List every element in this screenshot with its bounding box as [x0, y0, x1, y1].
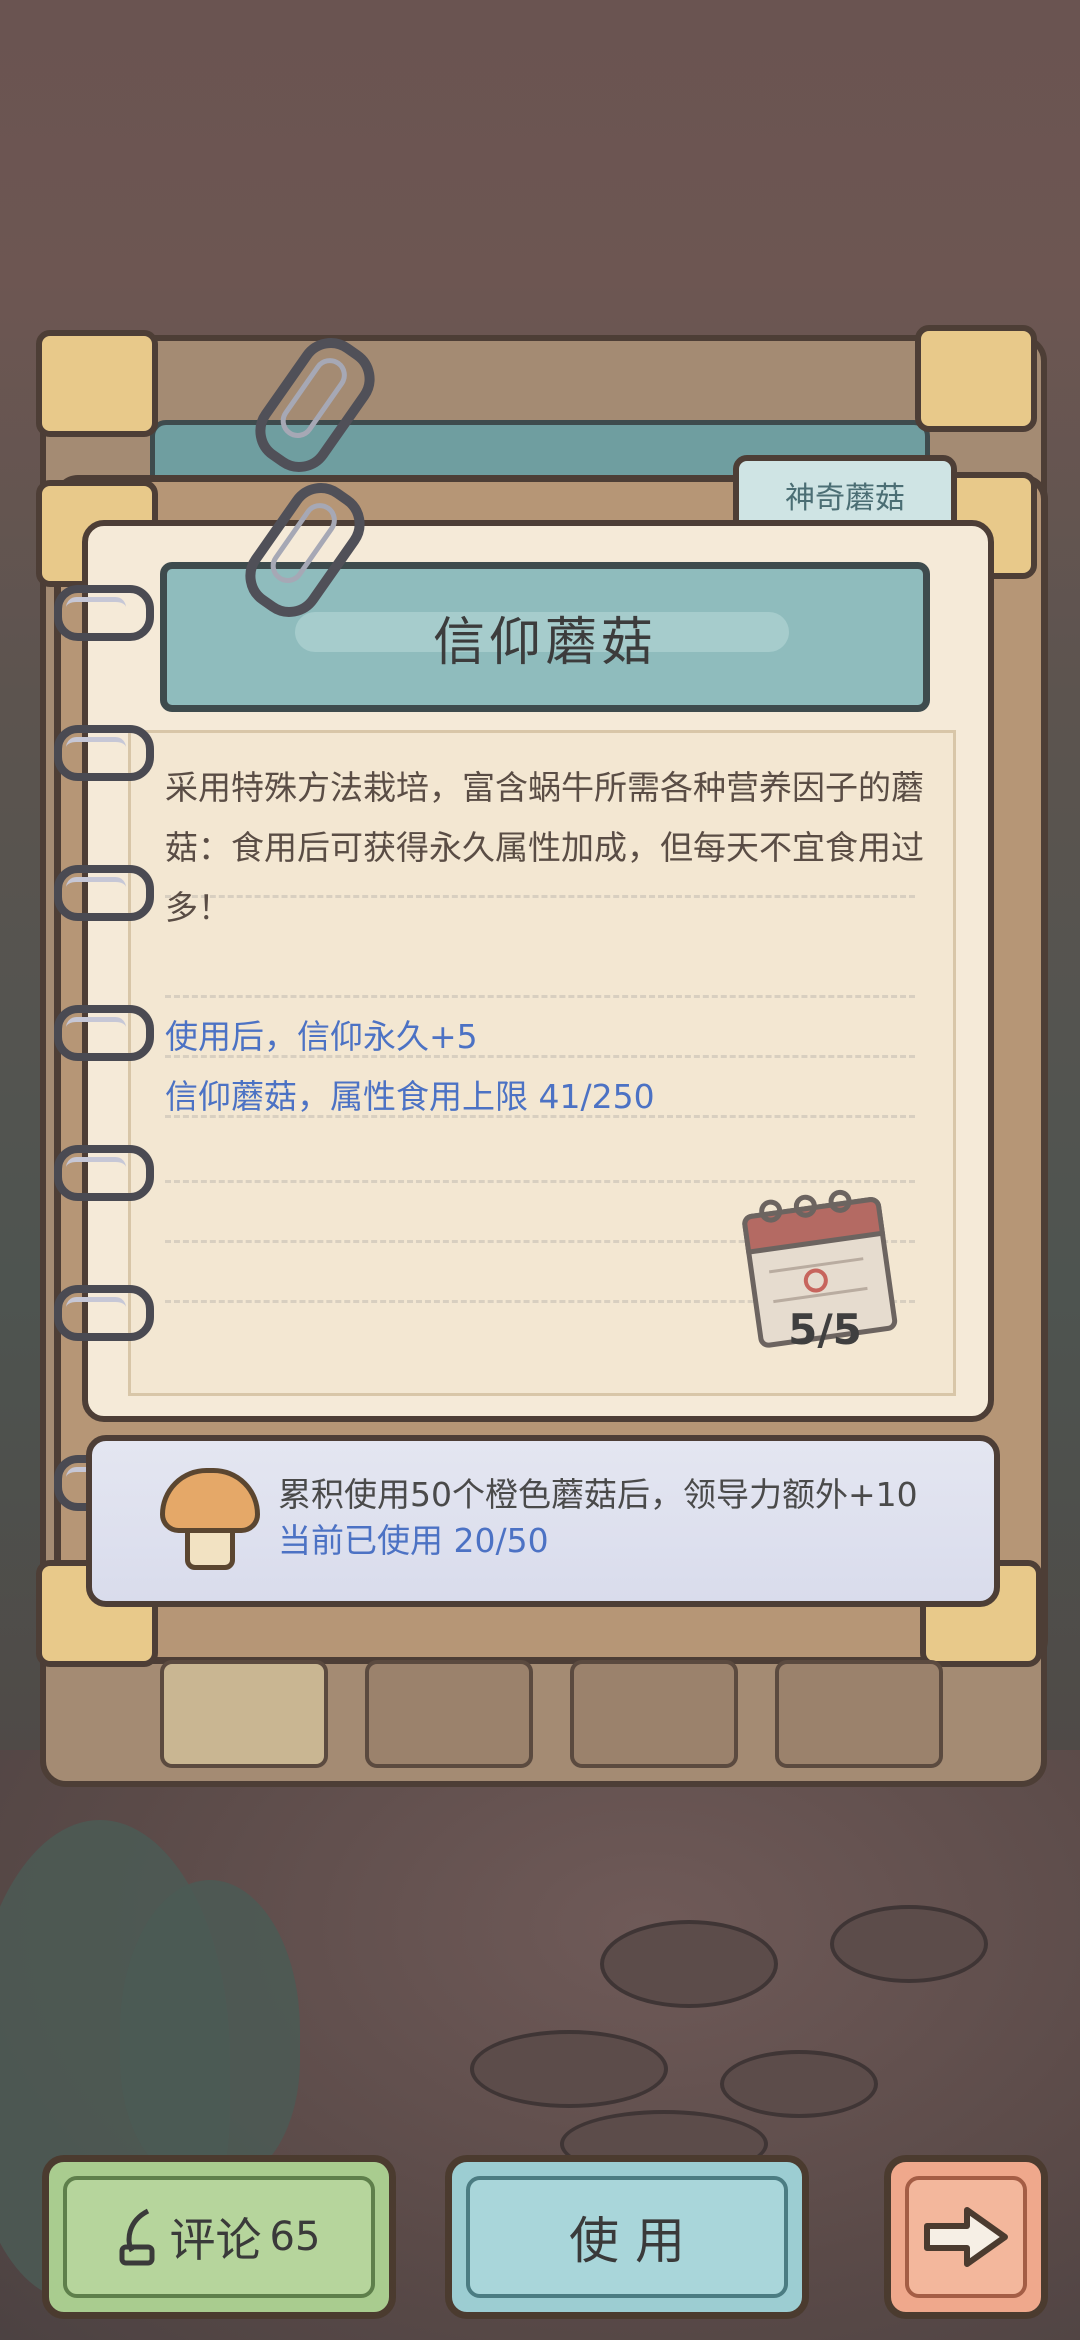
stepping-stone	[470, 2030, 668, 2108]
item-slot[interactable]	[160, 1660, 328, 1768]
use-button-label: 使 用	[569, 2212, 685, 2270]
item-slot[interactable]	[775, 1660, 943, 1768]
bush-decoration	[120, 1880, 300, 2180]
mushroom-icon	[150, 1460, 260, 1570]
arrow-right-icon	[924, 2207, 1008, 2267]
corner-bracket	[36, 330, 158, 437]
item-slot-row	[160, 1660, 960, 1768]
item-description: 采用特殊方法栽培，富含蜗牛所需各种营养因子的蘑菇：食用后可获得永久属性加成，但每…	[165, 768, 924, 927]
comment-label: 评论	[169, 2213, 262, 2267]
binder-ring	[54, 585, 154, 641]
next-button[interactable]	[884, 2155, 1048, 2319]
page-rule	[165, 995, 915, 998]
corner-bracket	[915, 325, 1037, 432]
use-button[interactable]: 使 用	[445, 2155, 809, 2319]
binder-ring	[54, 865, 154, 921]
quill-icon	[119, 2208, 155, 2266]
stepping-stone	[720, 2050, 878, 2118]
category-tab-label: 神奇蘑菇	[785, 481, 905, 516]
comment-count: 65	[269, 2214, 321, 2260]
binder-ring	[54, 1285, 154, 1341]
bonus-progress: 当前已使用 20/50	[278, 1521, 549, 1560]
page-indicator: 5/5	[788, 1305, 862, 1354]
bonus-description: 累积使用50个橙色蘑菇后，领导力额外+10	[278, 1475, 918, 1514]
comment-button[interactable]: 评论 65	[42, 2155, 396, 2319]
item-slot[interactable]	[365, 1660, 533, 1768]
binder-ring	[54, 725, 154, 781]
stepping-stone	[600, 1920, 778, 2008]
stepping-stone	[830, 1905, 988, 1983]
binder-ring	[54, 1005, 154, 1061]
item-effect: 使用后，信仰永久+5	[165, 1017, 478, 1056]
item-limit: 信仰蘑菇，属性食用上限 41/250	[165, 1077, 655, 1116]
page-rule	[165, 1180, 915, 1183]
item-slot[interactable]	[570, 1660, 738, 1768]
binder-ring	[54, 1145, 154, 1201]
